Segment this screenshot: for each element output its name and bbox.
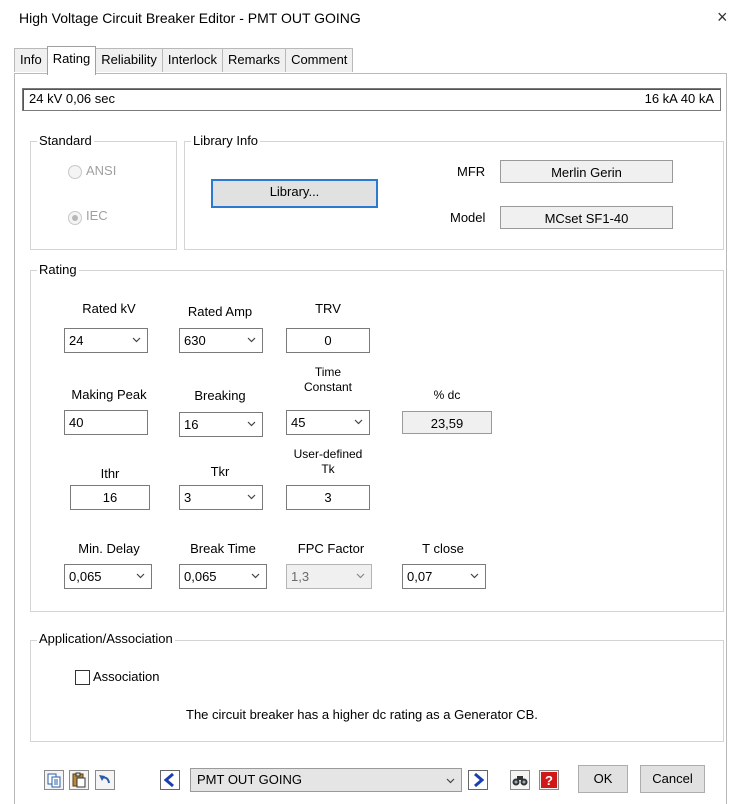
min-delay-label: Min. Delay [78,541,140,556]
help-icon[interactable]: ? [539,770,559,790]
chevron-down-icon [136,571,145,580]
rated-kv-select[interactable]: 24 [64,328,148,353]
break-time-label: Break Time [190,541,256,556]
tkr-label: Tkr [210,464,230,479]
copy-icon[interactable] [44,770,64,790]
chevron-down-icon [132,335,141,344]
tab-info[interactable]: Info [14,48,48,72]
iec-radio[interactable] [68,211,82,225]
breaking-label: Breaking [194,388,246,403]
time-constant-label-1: Time [314,365,342,379]
chevron-down-icon [247,335,256,344]
association-checkbox[interactable] [75,670,90,685]
fpc-factor-value: 1,3 [291,569,310,584]
rated-kv-value: 24 [69,333,84,348]
tkr-value: 3 [184,490,192,505]
standard-group-label: Standard [37,133,94,148]
rated-amp-select[interactable]: 630 [179,328,263,353]
cancel-button[interactable]: Cancel [640,765,705,793]
breaker-nav-value: PMT OUT GOING [197,772,302,787]
model-label: Model [450,210,486,225]
min-delay-select[interactable]: 0,065 [64,564,152,589]
svg-text:?: ? [545,773,553,788]
chevron-down-icon [470,571,479,580]
summary-right: 16 kA 40 kA [644,91,714,106]
breaking-select[interactable]: 16 [179,412,263,437]
paste-icon[interactable] [69,770,89,790]
ansi-radio[interactable] [68,165,82,179]
next-icon[interactable] [468,770,488,790]
tab-reliability[interactable]: Reliability [95,48,163,72]
t-close-value: 0,07 [407,569,433,584]
mfr-field: Merlin Gerin [500,160,673,183]
fpc-factor-label: FPC Factor [297,541,365,556]
tkr-select[interactable]: 3 [179,485,263,510]
tab-remarks[interactable]: Remarks [222,48,287,72]
time-constant-label-2: Constant [303,380,353,394]
mfr-label: MFR [457,164,486,179]
window-title: High Voltage Circuit Breaker Editor - PM… [19,10,361,26]
rating-group [30,270,724,612]
chevron-down-icon [354,417,363,426]
chevron-down-icon [356,571,365,580]
pct-dc-field: 23,59 [402,411,492,434]
making-peak-label: Making Peak [71,387,147,402]
ithr-input[interactable]: 16 [70,485,150,510]
close-icon[interactable]: × [717,7,728,28]
library-button[interactable]: Library... [211,179,378,208]
user-tk-input[interactable]: 3 [286,485,370,510]
t-close-label: T close [422,541,464,556]
chevron-down-icon [446,776,455,785]
ithr-label: Ithr [100,466,120,481]
association-label: Association [93,669,160,684]
summary-bar: 24 kV 0,06 sec 16 kA 40 kA [22,88,721,111]
application-message: The circuit breaker has a higher dc rati… [186,707,538,722]
rating-group-label: Rating [37,262,79,277]
tab-comment[interactable]: Comment [285,48,354,72]
model-field: MCset SF1-40 [500,206,673,229]
user-tk-label-1: User-defined [293,447,363,461]
break-time-select[interactable]: 0,065 [179,564,267,589]
application-group-label: Application/Association [37,631,175,646]
tab-bar: Info Rating Reliability Interlock Remark… [14,46,354,75]
user-tk-label-2: Tk [321,462,335,476]
fpc-factor-select[interactable]: 1,3 [286,564,372,589]
trv-label: TRV [315,301,341,316]
t-close-select[interactable]: 0,07 [402,564,486,589]
ok-button[interactable]: OK [578,765,628,793]
application-group [30,640,724,742]
rated-kv-label: Rated kV [82,301,136,316]
chevron-down-icon [247,419,256,428]
trv-input[interactable]: 0 [286,328,370,353]
undo-icon[interactable] [95,770,115,790]
time-constant-select[interactable]: 45 [286,410,370,435]
iec-label: IEC [86,208,108,223]
break-time-value: 0,065 [184,569,217,584]
chevron-down-icon [251,571,260,580]
making-peak-input[interactable]: 40 [64,410,148,435]
library-info-label: Library Info [191,133,261,148]
breaking-value: 16 [184,417,199,432]
previous-icon[interactable] [160,770,180,790]
rated-amp-value: 630 [184,333,206,348]
pct-dc-label: % dc [433,388,461,402]
rated-amp-label: Rated Amp [187,304,253,319]
chevron-down-icon [247,492,256,501]
summary-left: 24 kV 0,06 sec [29,91,115,106]
find-icon[interactable] [510,770,530,790]
time-constant-value: 45 [291,415,306,430]
standard-group [30,141,177,250]
min-delay-value: 0,065 [69,569,102,584]
breaker-nav-select[interactable]: PMT OUT GOING [190,768,462,792]
ansi-label: ANSI [86,163,117,178]
tab-interlock[interactable]: Interlock [161,48,224,72]
tab-rating[interactable]: Rating [46,46,97,75]
